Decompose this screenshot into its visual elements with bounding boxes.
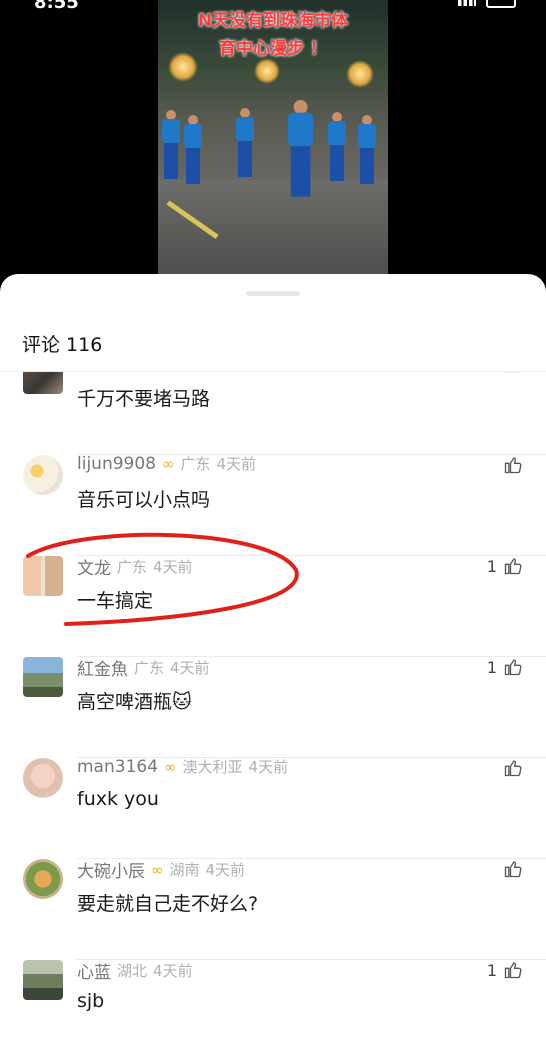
like-button[interactable]	[503, 758, 523, 778]
thumbs-up-icon	[504, 760, 522, 777]
comment-meta: 文龙 广东 4天前	[77, 554, 193, 579]
comment-item: … 千万不要堵马路	[0, 372, 546, 455]
comment-location: 澳大利亚	[182, 758, 243, 776]
comment-text: 音乐可以小点吗	[77, 489, 211, 511]
video-caption-line2: 育中心漫步 ！	[219, 39, 327, 59]
comment-text: 要走就自己走不好么?	[77, 893, 259, 915]
thumbs-up-icon	[504, 962, 522, 979]
thumbs-up-icon	[504, 659, 522, 676]
like-button[interactable]	[503, 859, 523, 879]
comment-meta: 大碗小辰 ∞ 湖南 4天前	[77, 857, 246, 883]
video-player[interactable]: 8:55 N天没有到珠海市体 育中心漫步 ！	[0, 0, 546, 290]
like-button[interactable]	[503, 372, 523, 374]
avatar[interactable]	[23, 455, 63, 495]
comment-username[interactable]: man3164	[77, 757, 158, 777]
avatar[interactable]	[23, 859, 63, 899]
comment-location: 广东	[117, 558, 148, 576]
thumbs-up-icon	[504, 372, 519, 373]
street-lamp	[254, 58, 280, 84]
street-lamp	[346, 60, 374, 88]
thumbs-up-icon	[504, 558, 522, 575]
comment-list[interactable]: … 千万不要堵马路 lijun9908 ∞ 广东 4天前 音乐可以小点吗	[0, 372, 546, 1046]
battery-icon	[486, 0, 516, 8]
signal-icon	[458, 0, 476, 6]
drag-handle[interactable]	[246, 291, 300, 296]
comment-username[interactable]: 大碗小辰	[77, 857, 145, 882]
infinity-badge-icon: ∞	[164, 757, 177, 776]
comments-title: 评论 116	[22, 334, 103, 356]
comment-item: 紅金魚 广东 4天前 高空啤酒瓶🐱 1	[0, 657, 546, 758]
comment-text: fuxk you	[77, 788, 159, 810]
avatar[interactable]	[23, 556, 63, 596]
avatar[interactable]	[23, 657, 63, 697]
status-time: 8:55	[34, 0, 79, 13]
comments-sheet: 评论 116 … 千万不要堵马路 lijun9908 ∞ 广东 4天前 音乐可以…	[0, 274, 546, 1046]
comment-username[interactable]: 心蓝	[77, 958, 111, 983]
comment-location: 广东	[134, 659, 165, 677]
infinity-badge-icon: ∞	[151, 860, 164, 879]
comment-item: 心蓝 湖北 4天前 sjb 1	[0, 960, 546, 1046]
comment-time: 4天前	[170, 659, 210, 677]
avatar[interactable]	[23, 758, 63, 798]
comment-meta: man3164 ∞ 澳大利亚 4天前	[77, 756, 288, 777]
like-count: 1	[486, 556, 497, 576]
comment-text: sjb	[77, 990, 105, 1012]
like-button[interactable]: 1	[487, 657, 523, 677]
comment-item: 文龙 广东 4天前 一车搞定 1	[0, 556, 546, 657]
video-frame: N天没有到珠海市体 育中心漫步 ！	[158, 0, 388, 274]
comment-text: 一车搞定	[77, 590, 154, 612]
thumbs-up-icon	[504, 457, 522, 474]
comment-location: 广东	[180, 455, 211, 473]
comment-location: 湖北	[117, 962, 148, 980]
comment-username[interactable]: lijun9908	[77, 454, 156, 474]
status-icons	[458, 0, 516, 8]
comment-meta: lijun9908 ∞ 广东 4天前	[77, 453, 256, 474]
street	[158, 180, 388, 274]
thumbs-up-icon	[504, 861, 522, 878]
comment-time: 4天前	[153, 558, 193, 576]
comment-item: lijun9908 ∞ 广东 4天前 音乐可以小点吗	[0, 453, 546, 556]
video-caption-line1: N天没有到珠海市体	[197, 11, 349, 31]
comment-time: 4天前	[153, 962, 193, 980]
comment-meta: 紅金魚 广东 4天前	[77, 655, 210, 680]
avatar[interactable]	[23, 372, 63, 394]
comment-text: 千万不要堵马路	[77, 388, 211, 410]
comment-meta: 心蓝 湖北 4天前	[77, 958, 193, 983]
like-count: 1	[486, 960, 497, 980]
comment-item: man3164 ∞ 澳大利亚 4天前 fuxk you	[0, 756, 546, 859]
comment-username[interactable]: 紅金魚	[77, 655, 128, 680]
comment-location: 湖南	[169, 861, 200, 879]
comment-time: 4天前	[248, 758, 289, 776]
avatar[interactable]	[23, 960, 63, 1000]
infinity-badge-icon: ∞	[161, 454, 175, 473]
comment-time: 4天前	[216, 455, 257, 473]
like-count: 1	[486, 657, 497, 677]
comment-text: 高空啤酒瓶🐱	[77, 691, 192, 713]
like-button[interactable]: 1	[487, 556, 523, 576]
comment-item: 大碗小辰 ∞ 湖南 4天前 要走就自己走不好么?	[0, 859, 546, 960]
comment-username[interactable]: 文龙	[77, 554, 111, 579]
like-button[interactable]	[503, 455, 523, 475]
comment-time: 4天前	[205, 861, 246, 879]
like-button[interactable]: 1	[487, 960, 523, 980]
